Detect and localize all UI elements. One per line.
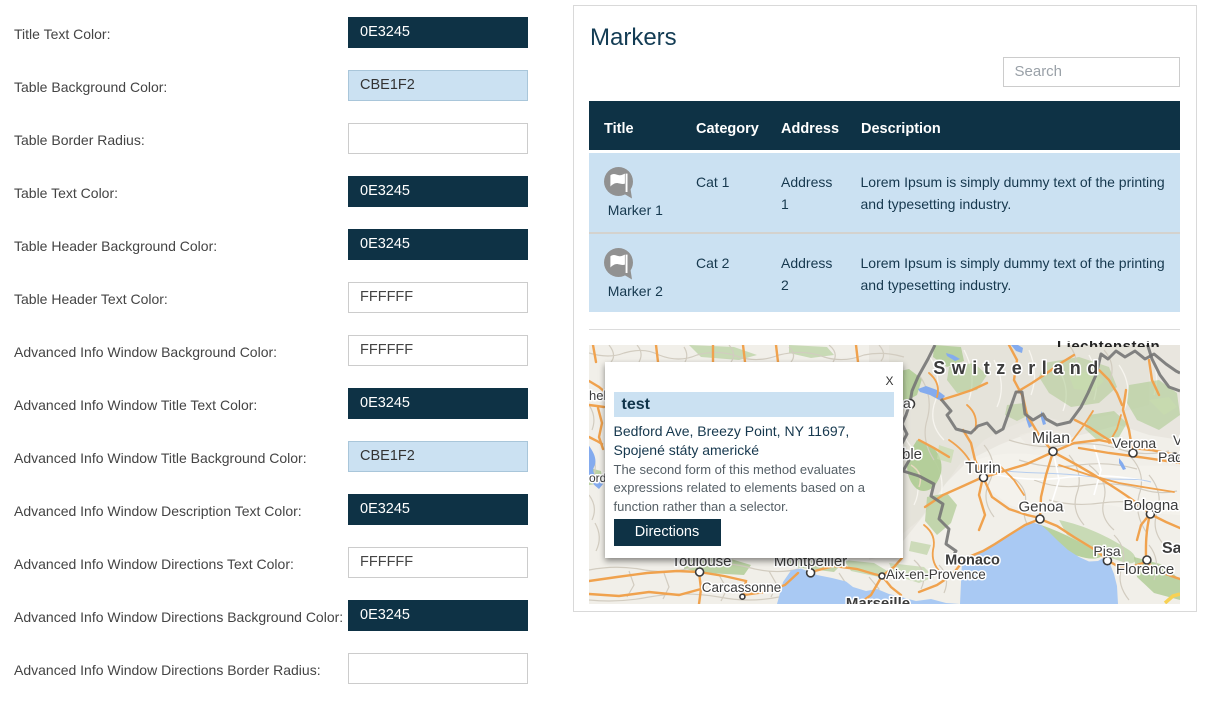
svg-text:ble: ble: [902, 446, 922, 463]
svg-text:Verona: Verona: [1112, 435, 1157, 451]
svg-text:Milan: Milan: [1032, 430, 1070, 447]
svg-text:Bologna: Bologna: [1123, 497, 1179, 514]
svg-text:V: V: [1173, 432, 1180, 448]
svg-text:Florence: Florence: [1116, 561, 1174, 578]
svg-text:Genoa: Genoa: [1018, 499, 1064, 516]
svg-text:Padua: Padua: [1158, 449, 1180, 465]
svg-text:Sa: Sa: [1162, 540, 1180, 557]
svg-text:Switzerland: Switzerland: [933, 358, 1105, 378]
svg-text:Turin: Turin: [965, 460, 1001, 477]
svg-text:a: a: [903, 395, 911, 411]
svg-text:Pisa: Pisa: [1093, 543, 1120, 559]
svg-text:Aix-en-Provence: Aix-en-Provence: [886, 567, 986, 582]
svg-text:Carcassonne: Carcassonne: [702, 580, 782, 595]
svg-text:Marseille: Marseille: [846, 595, 910, 604]
